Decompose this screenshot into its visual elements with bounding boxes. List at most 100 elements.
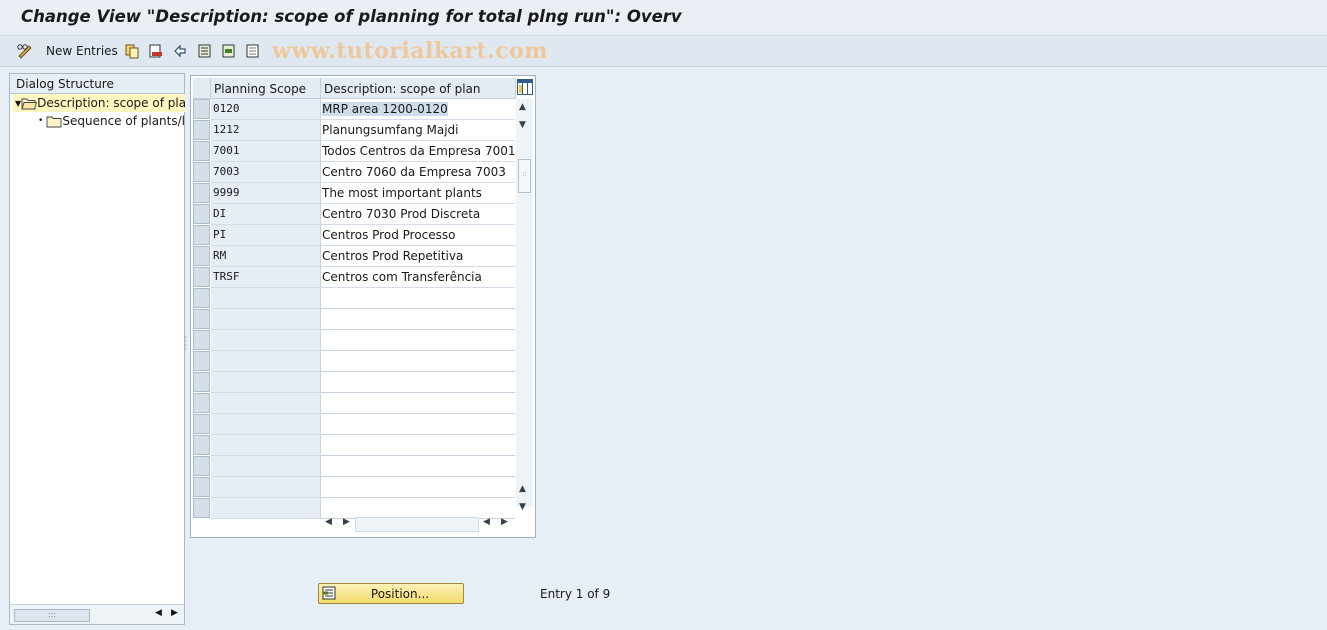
description-cell[interactable] <box>321 498 515 519</box>
splitter-handle[interactable]: · · · · <box>184 334 187 355</box>
planning-scope-cell[interactable] <box>211 498 321 519</box>
row-selector[interactable] <box>193 183 210 203</box>
row-selector[interactable] <box>193 141 210 161</box>
description-cell[interactable]: MRP area 1200-0120 <box>321 99 515 120</box>
planning-scope-cell[interactable]: 1212 <box>211 120 321 141</box>
description-cell[interactable]: Centro 7030 Prod Discreta <box>321 204 515 225</box>
row-selector[interactable] <box>193 288 210 308</box>
vertical-scrollbar[interactable]: ▲ ▼ :: ▲ ▼ <box>516 99 533 512</box>
row-selector[interactable] <box>193 435 210 455</box>
description-text: The most important plants <box>322 186 482 200</box>
scroll-right-icon[interactable]: ▶ <box>171 608 178 618</box>
copy-icon[interactable] <box>123 42 141 60</box>
position-button[interactable]: Position... <box>318 583 464 604</box>
scroll-down-icon[interactable]: ▼ <box>519 502 526 512</box>
description-text: Centro 7060 da Empresa 7003 <box>322 165 506 179</box>
row-selector[interactable] <box>193 204 210 224</box>
description-cell[interactable]: Planungsumfang Majdi <box>321 120 515 141</box>
table-settings-icon[interactable] <box>517 79 533 95</box>
scroll-left-icon[interactable]: ◀ <box>155 608 162 618</box>
row-selector[interactable] <box>193 330 210 350</box>
page-title: Change View "Description: scope of plann… <box>21 7 682 26</box>
planning-scope-cell[interactable]: 7001 <box>211 141 321 162</box>
description-cell[interactable] <box>321 393 515 414</box>
scroll-left-icon[interactable]: ◀ <box>483 517 490 533</box>
planning-scope-cell[interactable]: 0120 <box>211 99 321 120</box>
scroll-thumb[interactable]: :: <box>518 159 531 193</box>
description-cell[interactable]: Centros Prod Processo <box>321 225 515 246</box>
scroll-up-icon[interactable]: ▼ <box>519 120 526 130</box>
planning-scope-cell[interactable]: DI <box>211 204 321 225</box>
row-selector[interactable] <box>193 372 210 392</box>
row-selector[interactable] <box>193 225 210 245</box>
description-cell[interactable]: Centro 7060 da Empresa 7003 <box>321 162 515 183</box>
row-selector[interactable] <box>193 456 210 476</box>
description-cell[interactable] <box>321 330 515 351</box>
planning-scope-cell[interactable]: RM <box>211 246 321 267</box>
description-cell[interactable] <box>321 288 515 309</box>
application-toolbar: New Entries www.tutorialkart.com <box>0 37 1327 67</box>
planning-scope-cell[interactable] <box>211 330 321 351</box>
tree-node-description[interactable]: ▼ Description: scope of pla <box>13 94 185 112</box>
scroll-right-icon[interactable]: ▶ <box>501 517 508 533</box>
row-selector[interactable] <box>193 267 210 287</box>
planning-scope-cell[interactable] <box>211 309 321 330</box>
description-cell[interactable]: Todos Centros da Empresa 7001 <box>321 141 515 162</box>
description-cell[interactable] <box>321 414 515 435</box>
scroll-thumb[interactable]: ::: <box>14 609 90 622</box>
glasses-pencil-icon[interactable] <box>16 42 34 60</box>
description-cell[interactable] <box>321 351 515 372</box>
row-selector[interactable] <box>193 393 210 413</box>
planning-scope-cell[interactable] <box>211 393 321 414</box>
description-cell[interactable] <box>321 477 515 498</box>
scroll-up-icon[interactable]: ▲ <box>519 102 526 112</box>
description-cell[interactable] <box>321 309 515 330</box>
delete-icon[interactable] <box>147 42 165 60</box>
horizontal-scrollbar[interactable]: ::: ◀ ▶ <box>10 604 184 624</box>
row-selector[interactable] <box>193 162 210 182</box>
description-cell[interactable] <box>321 435 515 456</box>
column-header-description[interactable]: Description: scope of plan <box>321 78 516 99</box>
folder-icon <box>46 115 62 128</box>
tree-node-sequence-of-plants[interactable]: • Sequence of plants/l <box>13 112 185 130</box>
planning-scope-cell[interactable] <box>211 477 321 498</box>
scroll-left-icon[interactable]: ◀ <box>325 517 332 533</box>
horizontal-scroll-track[interactable] <box>355 517 479 532</box>
planning-scope-cell[interactable]: 9999 <box>211 183 321 204</box>
undo-icon[interactable] <box>171 42 189 60</box>
description-cell[interactable] <box>321 456 515 477</box>
row-selector[interactable] <box>193 351 210 371</box>
row-selector[interactable] <box>193 246 210 266</box>
planning-scope-cell[interactable] <box>211 414 321 435</box>
description-text: Centros Prod Repetitiva <box>322 249 464 263</box>
select-block-icon[interactable] <box>220 42 238 60</box>
description-cell[interactable]: The most important plants <box>321 183 515 204</box>
row-selector[interactable] <box>193 477 210 497</box>
select-all-rows-header[interactable] <box>193 78 211 99</box>
planning-scope-cell[interactable] <box>211 435 321 456</box>
column-header-planning-scope[interactable]: Planning Scope <box>211 78 321 99</box>
scroll-right-icon[interactable]: ▶ <box>343 517 350 533</box>
select-all-icon[interactable] <box>196 42 214 60</box>
description-text: Planungsumfang Majdi <box>322 123 459 137</box>
title-bar: Change View "Description: scope of plann… <box>0 0 1327 36</box>
planning-scope-cell[interactable]: PI <box>211 225 321 246</box>
description-cell[interactable] <box>321 372 515 393</box>
description-cell[interactable]: Centros Prod Repetitiva <box>321 246 515 267</box>
row-selector[interactable] <box>193 120 210 140</box>
planning-scope-cell[interactable]: TRSF <box>211 267 321 288</box>
new-entries-button[interactable]: New Entries <box>46 44 118 58</box>
deselect-all-icon[interactable] <box>244 42 262 60</box>
planning-scope-cell[interactable] <box>211 288 321 309</box>
row-selector[interactable] <box>193 498 210 518</box>
description-cell[interactable]: Centros com Transferência <box>321 267 515 288</box>
planning-scope-cell[interactable] <box>211 456 321 477</box>
planning-scope-cell[interactable]: 7003 <box>211 162 321 183</box>
row-selector[interactable] <box>193 414 210 434</box>
planning-scope-cell[interactable] <box>211 351 321 372</box>
row-selector[interactable] <box>193 309 210 329</box>
row-selector[interactable] <box>193 99 210 119</box>
planning-scope-table: Planning Scope Description: scope of pla… <box>190 75 536 538</box>
planning-scope-cell[interactable] <box>211 372 321 393</box>
scroll-up-icon[interactable]: ▲ <box>519 484 526 494</box>
